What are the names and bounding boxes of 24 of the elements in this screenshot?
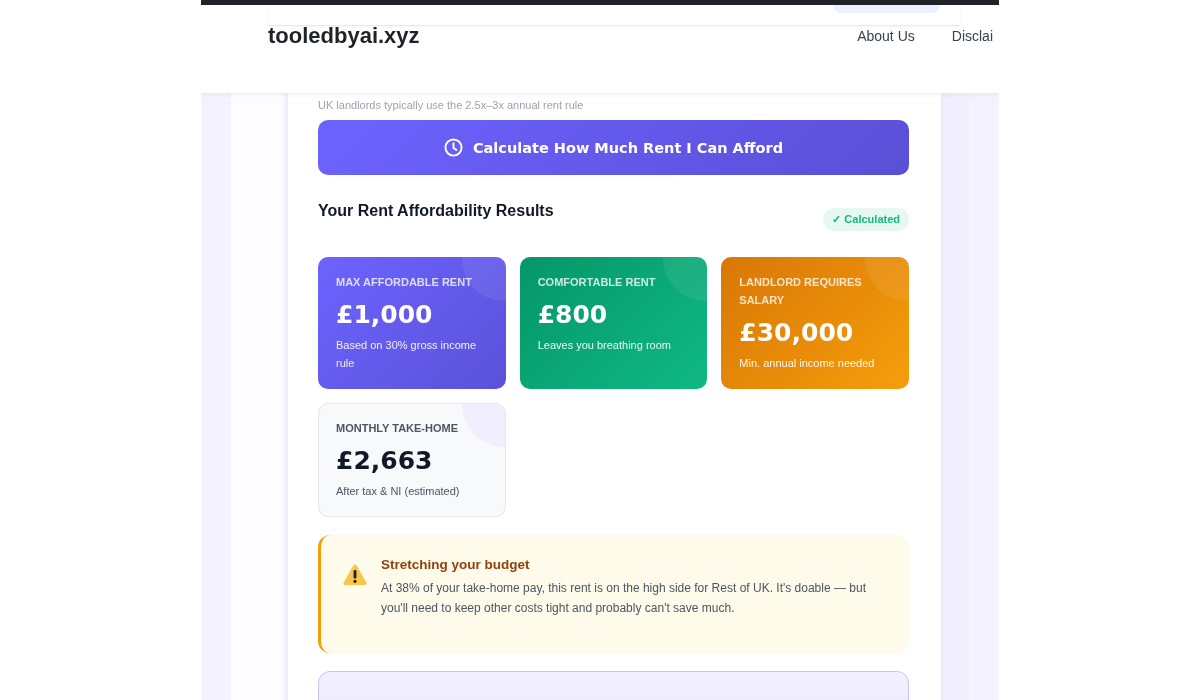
results-heading: Your Rent Affordability Results [318,202,554,220]
clock-icon [443,138,463,157]
site-logo[interactable]: tooledbyai.xyz [268,26,420,46]
calculate-button[interactable]: Calculate How Much Rent I Can Afford [318,120,909,175]
warning-icon [343,564,367,586]
card-label: COMFORTABLE RENT [537,275,657,290]
card-value: £800 [537,299,609,331]
alert-title: Stretching your budget [381,556,531,574]
card-value: £1,000 [336,299,434,331]
card-value: £2,663 [336,445,434,477]
card-note: Based on 30% gross income rule [336,338,478,371]
card-note: After tax & NI (estimated) [336,484,461,499]
card-note: Min. annual income needed [739,356,876,371]
nav-link[interactable]: Disclai [951,28,993,44]
card-label: MONTHLY TAKE-HOME [336,421,460,436]
calculated-badge: ✓ Calculated [823,208,909,231]
card-value: £30,000 [739,317,855,349]
header-pill-button[interactable] [833,5,940,13]
nav-link[interactable]: About Us [857,28,915,44]
hint-text: UK landlords typically use the 2.5x–3x annual rent rule [318,99,585,112]
card-note: Leaves you breathing room [537,338,672,353]
alert-text: At 38% of your take-home pay, this rent is on the high side for Rest of UK. It's doable — but you'll need to keep other costs tight and probably can't save much. [381,580,867,617]
card-label: LANDLORD REQUIRES SALARY [739,275,863,308]
card-label: MAX AFFORDABLE RENT [336,275,473,290]
